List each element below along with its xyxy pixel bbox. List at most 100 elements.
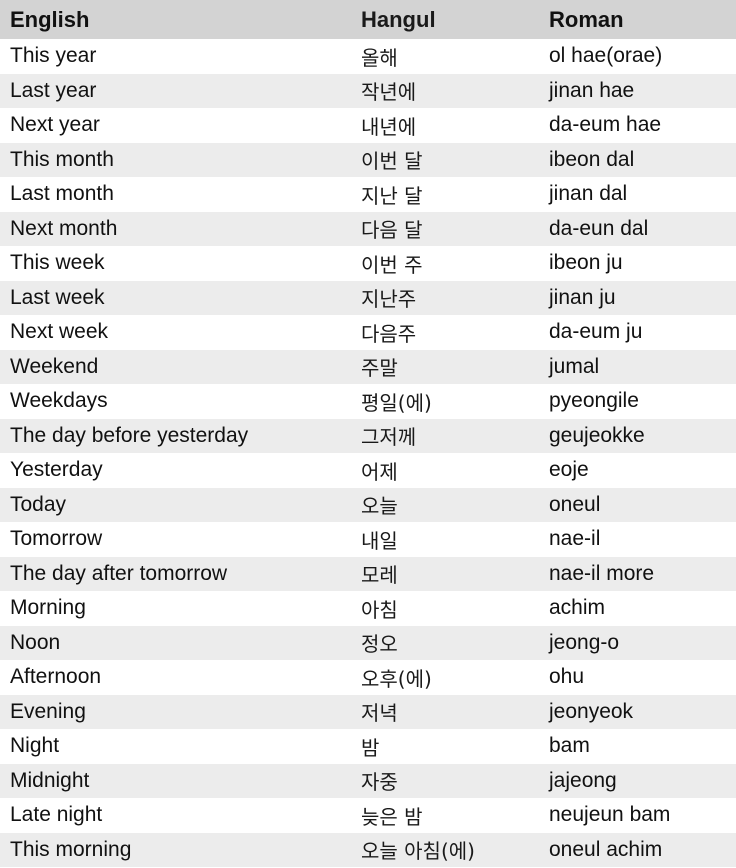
roman-cell: nae-il (549, 527, 601, 551)
english-cell: Last week (10, 285, 105, 309)
english-cell: The day after tomorrow (10, 561, 228, 585)
hangul-cell: 그저께 (361, 425, 417, 450)
table-row: Next week 다음주 da-eum ju (0, 315, 736, 350)
roman-cell: jeonyeok (549, 699, 634, 723)
english-cell: Night (10, 734, 60, 758)
roman-cell: nae-il more (549, 561, 655, 585)
hangul-cell: 작년에 (361, 80, 417, 105)
roman-cell: achim (549, 596, 606, 620)
roman-cell: geujeokke (549, 423, 645, 447)
hangul-cell: 다음주 (361, 321, 417, 346)
hangul-cell: 내일 (361, 528, 398, 553)
table-row: Afternoon 오후(에) ohu (0, 660, 736, 695)
roman-cell: jeong-o (549, 630, 620, 654)
hangul-cell: 지난 달 (361, 183, 423, 208)
header-roman: Roman (549, 6, 624, 32)
english-cell: Next month (10, 216, 118, 240)
english-cell: Weekend (10, 354, 99, 378)
table-row: The day after tomorrow 모레 nae-il more (0, 556, 736, 591)
table-row: Midnight 자중 jajeong (0, 763, 736, 798)
hangul-cell: 밤 (361, 735, 380, 760)
table-row: Last week 지난주 jinan ju (0, 280, 736, 315)
roman-cell: bam (549, 734, 590, 758)
english-cell: Last month (10, 182, 114, 206)
english-cell: Next year (10, 113, 100, 137)
table-row: Next month 다음 달 da-eun dal (0, 211, 736, 246)
english-cell: This month (10, 147, 114, 171)
roman-cell: jinan hae (549, 78, 635, 102)
hangul-cell: 오늘 (361, 494, 398, 519)
table-row: Weekend 주말 jumal (0, 349, 736, 384)
hangul-cell: 지난주 (361, 287, 417, 312)
hangul-cell: 정오 (361, 632, 398, 657)
english-cell: Last year (10, 78, 97, 102)
table-row: This week 이번 주 ibeon ju (0, 246, 736, 281)
english-cell: Weekdays (10, 389, 108, 413)
roman-cell: ibeon dal (549, 147, 635, 171)
hangul-cell: 내년에 (361, 114, 417, 139)
roman-cell: oneul achim (549, 837, 663, 861)
table-row: Night 밤 bam (0, 729, 736, 764)
roman-cell: da-eum hae (549, 113, 662, 137)
table-row: Next year 내년에 da-eum hae (0, 108, 736, 143)
roman-cell: oneul (549, 492, 601, 516)
english-cell: This week (10, 251, 105, 275)
vocabulary-table: English Hangul Roman This year 올해 ol hae(o… (0, 0, 736, 867)
hangul-cell: 모레 (361, 563, 398, 588)
english-cell: Noon (10, 630, 61, 654)
roman-cell: ohu (549, 665, 585, 689)
table-row: This year 올해 ol hae(orae) (0, 39, 736, 74)
table-row: This month 이번 달 ibeon dal (0, 142, 736, 177)
roman-cell: ol hae(orae) (549, 44, 663, 68)
table-row: Tomorrow 내일 nae-il (0, 522, 736, 557)
table-row: The day before yesterday 그저께 geujeokke (0, 418, 736, 453)
english-cell: Yesterday (10, 458, 103, 482)
roman-cell: da-eun dal (549, 216, 649, 240)
hangul-cell: 오늘 아침(에) (361, 839, 475, 864)
english-cell: Late night (10, 803, 103, 827)
hangul-cell: 늦은 밤 (361, 804, 423, 829)
table-row: Late night 늦은 밤 neujeun bam (0, 798, 736, 833)
roman-cell: jinan ju (549, 285, 616, 309)
hangul-cell: 이번 달 (361, 149, 423, 174)
hangul-cell: 아침 (361, 597, 398, 622)
roman-cell: pyeongile (549, 389, 639, 413)
english-cell: Tomorrow (10, 527, 103, 551)
roman-cell: jinan dal (549, 182, 628, 206)
table-row: Noon 정오 jeong-o (0, 625, 736, 660)
hangul-cell: 올해 (361, 45, 398, 70)
hangul-cell: 어제 (361, 459, 398, 484)
table-row: This morning 오늘 아침(에) oneul achim (0, 832, 736, 867)
roman-cell: neujeun bam (549, 803, 671, 827)
english-cell: This year (10, 44, 97, 68)
hangul-cell: 주말 (361, 356, 398, 381)
header-hangul: Hangul (361, 6, 436, 32)
hangul-cell: 오후(에) (361, 666, 432, 691)
english-cell: The day before yesterday (10, 423, 249, 447)
hangul-cell: 이번 주 (361, 252, 423, 277)
english-cell: Midnight (10, 768, 90, 792)
roman-cell: eoje (549, 458, 589, 482)
table-row: Morning 아침 achim (0, 591, 736, 626)
hangul-cell: 평일(에) (361, 390, 432, 415)
table-row: Last year 작년에 jinan hae (0, 73, 736, 108)
hangul-cell: 자중 (361, 770, 398, 795)
hangul-cell: 다음 달 (361, 218, 423, 243)
table-body: This year 올해 ol hae(orae) Last year 작년에 jinan… (0, 39, 736, 867)
table-row: Today 오늘 oneul (0, 487, 736, 522)
english-cell: Next week (10, 320, 109, 344)
hangul-cell: 저녁 (361, 701, 398, 726)
table-row: Last month 지난 달 jinan dal (0, 177, 736, 212)
table-header: English Hangul Roman (0, 0, 736, 39)
roman-cell: jajeong (549, 768, 617, 792)
table-row: Evening 저녁 jeonyeok (0, 694, 736, 729)
roman-cell: da-eum ju (549, 320, 643, 344)
english-cell: Afternoon (10, 665, 102, 689)
english-cell: This morning (10, 837, 132, 861)
english-cell: Morning (10, 596, 86, 620)
english-cell: Today (10, 492, 67, 516)
table-row: Yesterday 어제 eoje (0, 453, 736, 488)
header-english: English (10, 6, 90, 32)
table-row: Weekdays 평일(에) pyeongile (0, 384, 736, 419)
english-cell: Evening (10, 699, 86, 723)
